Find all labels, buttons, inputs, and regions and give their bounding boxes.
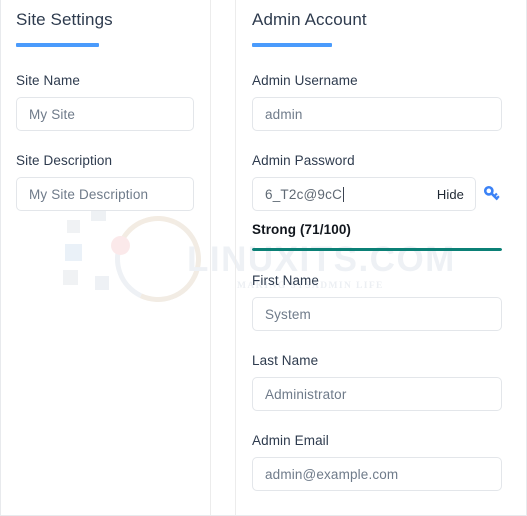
- admin-email-label: Admin Email: [252, 433, 329, 448]
- site-description-input[interactable]: My Site Description: [16, 177, 194, 211]
- last-name-input[interactable]: Administrator: [252, 377, 502, 411]
- field-admin-password: Admin Password 6_T2c@9cC Hide Strong (71…: [252, 153, 502, 251]
- password-strength-fill: [252, 248, 502, 251]
- field-last-name: Last Name Administrator: [252, 353, 502, 411]
- admin-password-label: Admin Password: [252, 153, 355, 168]
- admin-username-label: Admin Username: [252, 73, 358, 88]
- admin-password-input[interactable]: 6_T2c@9cC Hide: [252, 177, 476, 211]
- panel-divider: [210, 0, 236, 515]
- field-admin-username: Admin Username admin: [252, 73, 502, 131]
- site-settings-title: Site Settings: [16, 10, 113, 29]
- admin-password-row: 6_T2c@9cC Hide: [252, 177, 502, 211]
- site-settings-panel: Site Settings Site Name My Site Site Des…: [1, 0, 210, 515]
- admin-password-value: 6_T2c@9cC: [265, 186, 343, 202]
- field-site-name: Site Name My Site: [16, 73, 194, 131]
- text-caret: [343, 186, 345, 202]
- site-name-input[interactable]: My Site: [16, 97, 194, 131]
- field-first-name: First Name System: [252, 273, 502, 331]
- admin-password-value-wrapper: 6_T2c@9cC: [265, 186, 345, 202]
- password-strength-bar: [252, 248, 502, 251]
- first-name-input[interactable]: System: [252, 297, 502, 331]
- field-site-description: Site Description My Site Description: [16, 153, 194, 211]
- field-admin-email: Admin Email admin@example.com: [252, 433, 502, 491]
- admin-account-title: Admin Account: [252, 10, 367, 29]
- admin-email-input[interactable]: admin@example.com: [252, 457, 502, 491]
- first-name-label: First Name: [252, 273, 320, 288]
- site-description-label: Site Description: [16, 153, 113, 168]
- admin-username-input[interactable]: admin: [252, 97, 502, 131]
- setup-wizard-screen: LINUXITS.COM MAKING SYSADMIN LIFE Site S…: [0, 0, 527, 516]
- key-icon[interactable]: [482, 184, 502, 204]
- last-name-label: Last Name: [252, 353, 319, 368]
- site-name-label: Site Name: [16, 73, 80, 88]
- admin-account-title-underline: [252, 43, 332, 47]
- site-settings-title-underline: [16, 43, 99, 47]
- admin-account-panel: Admin Account Admin Username admin Admin…: [236, 0, 526, 515]
- password-visibility-toggle[interactable]: Hide: [437, 187, 464, 202]
- panels-container: Site Settings Site Name My Site Site Des…: [1, 0, 526, 515]
- password-strength-label: Strong (71/100): [252, 222, 352, 237]
